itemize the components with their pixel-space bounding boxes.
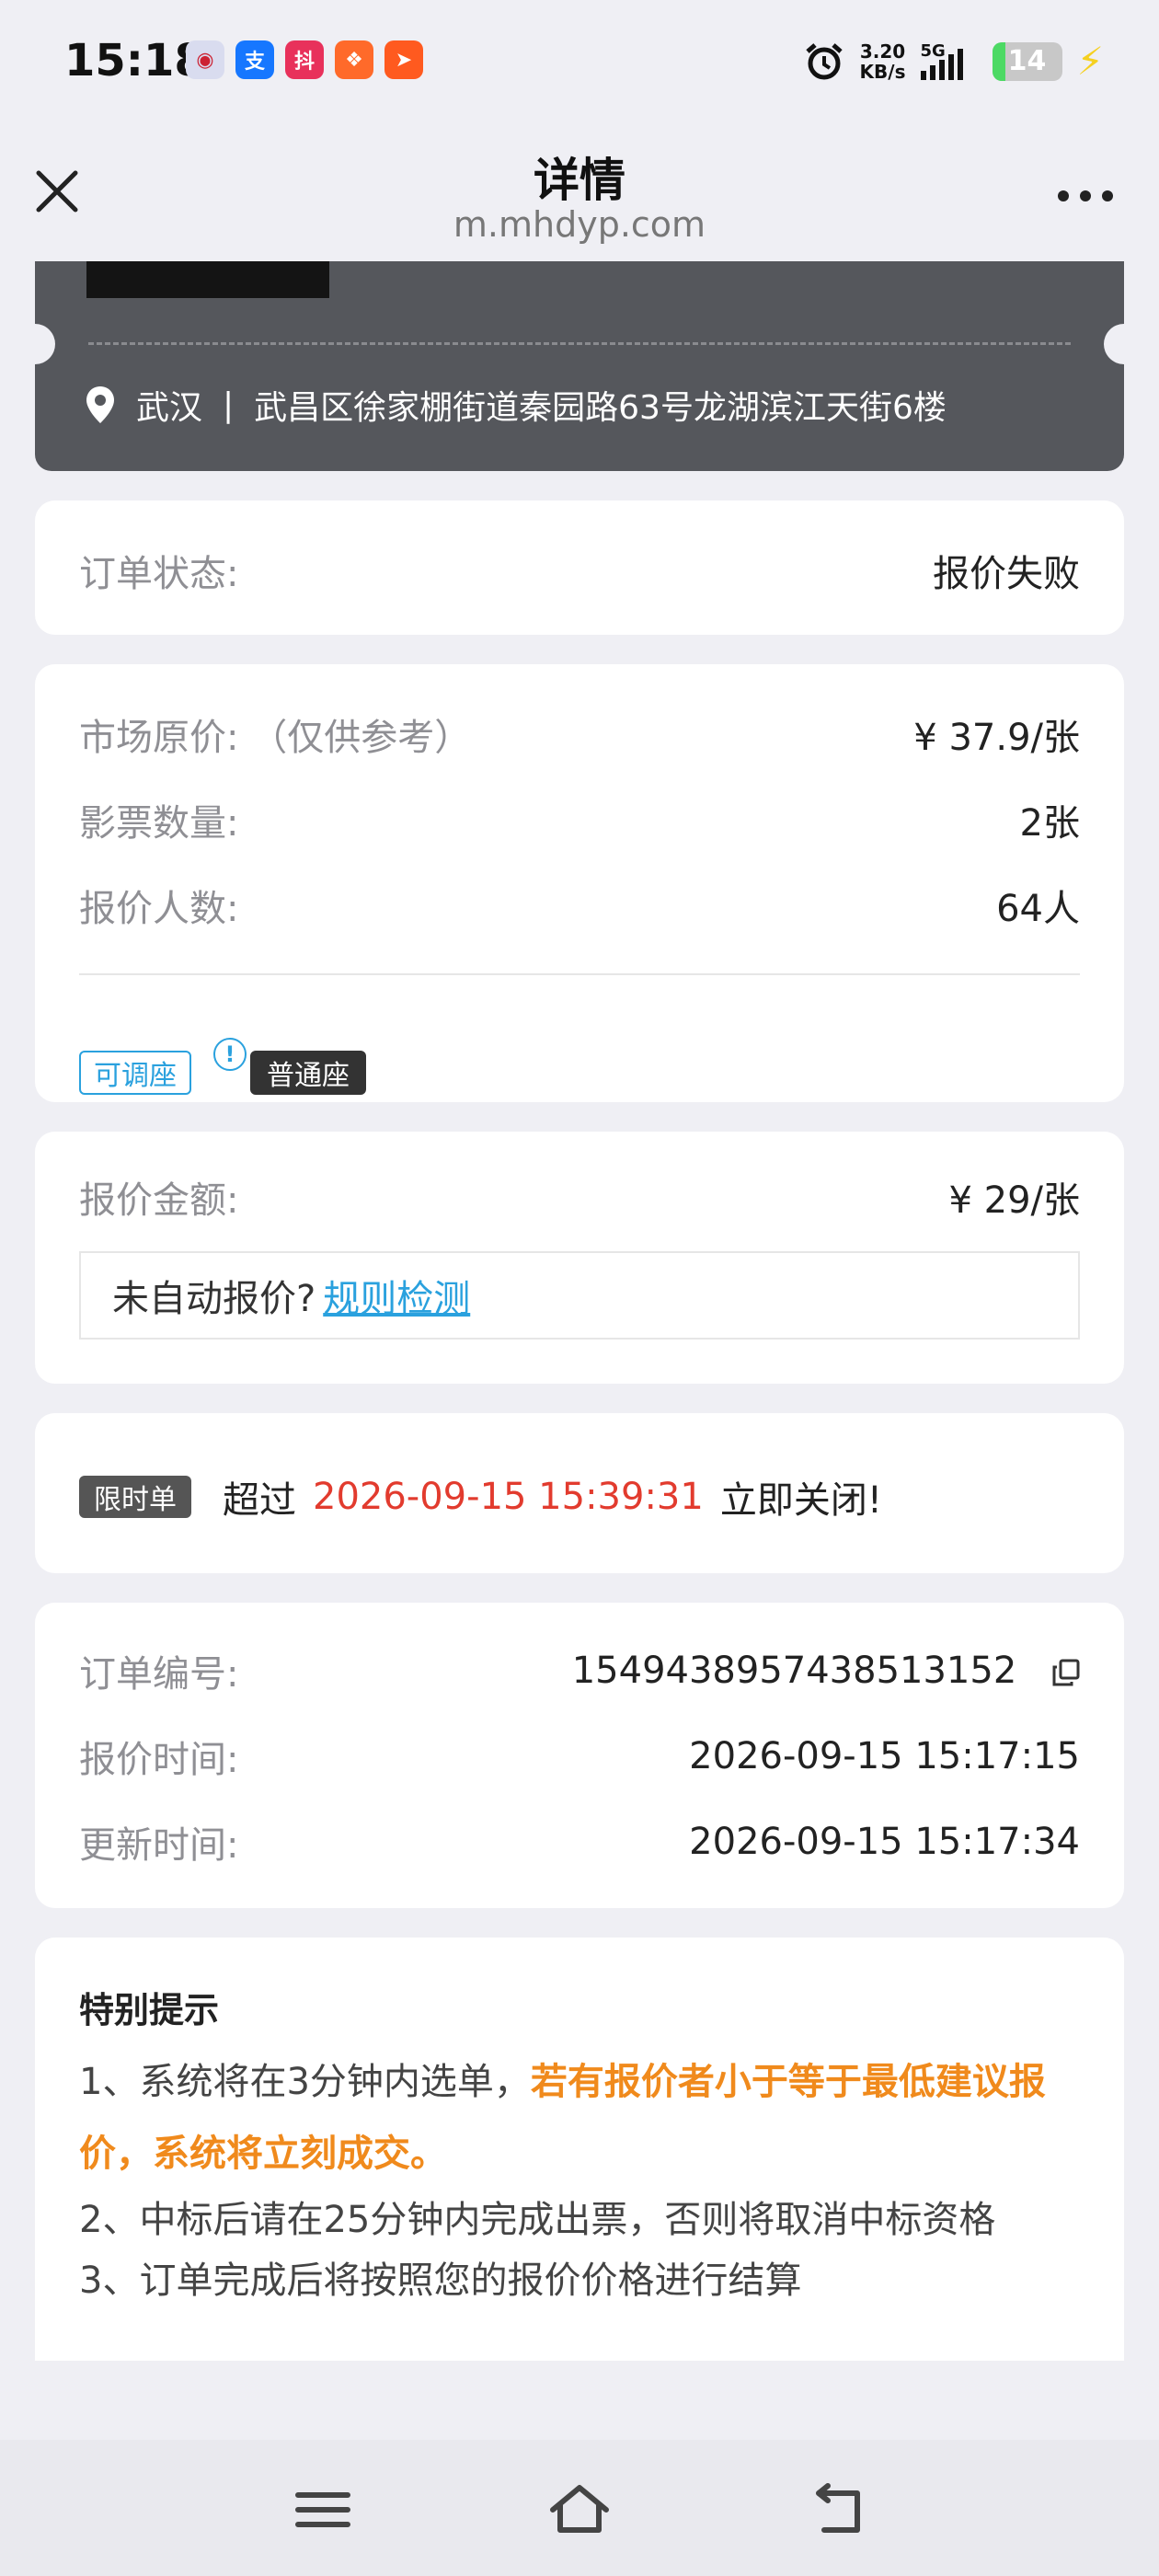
cinema-city: 武汉 — [136, 389, 203, 427]
cinema-address: 武昌区徐家棚街道秦园路63号龙湖滨江天街6楼 — [254, 389, 947, 427]
special-tips-card: 特别提示 1、系统将在3分钟内选单，若有报价者小于等于最低建议报价，系统将立刻成… — [35, 1938, 1124, 2361]
nav-bar: 详情 m.mhdyp.com — [0, 127, 1159, 261]
quote-time-label: 报价时间: — [79, 1739, 239, 1781]
order-number-value: 1549438957438513152 — [571, 1650, 1017, 1692]
price-info-card: 市场原价: （仅供参考） ¥ 37.9/张 影票数量: 2张 报价人数: 64人… — [35, 664, 1124, 1102]
order-status-row: 订单状态: 报价失败 — [79, 544, 1080, 597]
battery-level: 14 — [1007, 45, 1047, 77]
adjustable-seat-tag: 可调座 — [79, 1051, 191, 1095]
system-navigation-bar — [0, 2440, 1159, 2576]
update-time-row: 更新时间: 2026-09-15 15:17:34 — [79, 1815, 1080, 1869]
more-options-button[interactable] — [1058, 182, 1124, 210]
market-price-row: 市场原价: （仅供参考） ¥ 37.9/张 — [79, 707, 1080, 761]
order-status-value: 报价失败 — [933, 553, 1080, 595]
ticket-count-value: 2张 — [1019, 802, 1080, 845]
cellular-signal-icon: 5G — [920, 40, 978, 80]
back-icon — [816, 2483, 860, 2533]
order-status-card: 订单状态: 报价失败 — [35, 500, 1124, 635]
app-send-icon: ➤ — [384, 40, 423, 79]
back-button[interactable] — [806, 2480, 870, 2539]
time-limit-card: 限时单 超过 2026-09-15 15:39:31 立即关闭! — [35, 1413, 1124, 1573]
app-orange-icon: ❖ — [335, 40, 373, 79]
home-icon — [550, 2485, 609, 2533]
more-dot-icon — [1080, 190, 1091, 201]
normal-seat-tag: 普通座 — [250, 1051, 366, 1095]
ticket-notch-left — [35, 324, 55, 364]
time-limit-badge: 限时单 — [79, 1476, 191, 1518]
adjustable-seat-info-icon[interactable]: ! — [213, 1038, 247, 1071]
location-pin-icon — [86, 386, 114, 423]
status-time: 15:18 — [64, 35, 205, 86]
bidders-value: 64人 — [996, 888, 1080, 930]
cinema-location: 武汉 | 武昌区徐家棚街道秦园路63号龙湖滨江天街6楼 — [85, 381, 947, 429]
bidders-row: 报价人数: 64人 — [79, 879, 1080, 932]
notification-app-icons: ◉ 支 抖 ❖ ➤ — [186, 40, 423, 79]
time-limit-suffix: 立即关闭! — [719, 1479, 882, 1522]
market-price-label: 市场原价: （仅供参考） — [79, 717, 472, 759]
page-url: m.mhdyp.com — [453, 204, 706, 245]
more-dot-icon — [1102, 190, 1113, 201]
network-speed: 3.20 KB/s — [860, 41, 906, 82]
rule-check-box: 未自动报价? 规则检测 — [79, 1251, 1080, 1340]
time-limit-deadline: 2026-09-15 15:39:31 — [313, 1476, 704, 1518]
cinema-card: 武汉 | 武昌区徐家棚街道秦园路63号龙湖滨江天街6楼 — [35, 261, 1124, 471]
quote-time-value: 2026-09-15 15:17:15 — [689, 1735, 1080, 1777]
market-price-value: ¥ 37.9/张 — [913, 717, 1080, 759]
tip-line-1: 1、系统将在3分钟内选单，若有报价者小于等于最低建议报价，系统将立刻成交。 — [79, 2046, 1087, 2190]
ticket-notch-right — [1104, 324, 1124, 364]
time-limit-prefix: 超过 — [223, 1479, 296, 1522]
order-number-row: 订单编号: 1549438957438513152 — [79, 1644, 1080, 1697]
home-button[interactable] — [547, 2480, 612, 2539]
quote-amount-value: ¥ 29/张 — [948, 1179, 1080, 1222]
rule-check-text: 未自动报价? — [112, 1278, 316, 1320]
quote-time-row: 报价时间: 2026-09-15 15:17:15 — [79, 1730, 1080, 1783]
tip-line-1-text: 1、系统将在3分钟内选单， — [79, 2061, 531, 2103]
bidders-label: 报价人数: — [79, 888, 239, 930]
ticket-count-label: 影票数量: — [79, 802, 239, 845]
charging-bolt-icon: ⚡ — [1076, 39, 1105, 84]
special-tips-title: 特别提示 — [79, 1990, 220, 2030]
location-separator: | — [223, 385, 235, 424]
alarm-clock-icon — [803, 40, 845, 83]
update-time-value: 2026-09-15 15:17:34 — [689, 1821, 1080, 1863]
special-tips-body: 1、系统将在3分钟内选单，若有报价者小于等于最低建议报价，系统将立刻成交。 2、… — [79, 2046, 1087, 2311]
more-dot-icon — [1058, 190, 1069, 201]
network-speed-unit: KB/s — [859, 60, 906, 83]
price-info-divider — [79, 973, 1080, 975]
rule-check-link[interactable]: 规则检测 — [323, 1269, 470, 1322]
status-bar: 15:18 ◉ 支 抖 ❖ ➤ 3.20 KB/s 5G 14 ⚡ — [0, 0, 1159, 127]
update-time-label: 更新时间: — [79, 1824, 239, 1867]
signal-type-label: 5G — [920, 40, 946, 61]
menu-icon — [295, 2492, 350, 2527]
copy-icon[interactable] — [1052, 1659, 1080, 1686]
order-meta-card: 订单编号: 1549438957438513152 报价时间: 2026-09-… — [35, 1603, 1124, 1908]
movie-poster-thumbnail — [86, 261, 329, 298]
order-number-value-wrap: 1549438957438513152 — [572, 1650, 1080, 1692]
tip-line-2: 2、中标后请在25分钟内完成出票，否则将取消中标资格 — [79, 2199, 996, 2241]
quote-amount-row: 报价金额: ¥ 29/张 — [79, 1170, 1080, 1224]
page-title: 详情 — [534, 154, 625, 207]
bank-app-icon: ◉ — [186, 40, 224, 79]
time-limit-row: 限时单 超过 2026-09-15 15:39:31 立即关闭! — [79, 1470, 882, 1524]
order-status-label: 订单状态: — [79, 553, 239, 595]
douyin-app-icon: 抖 — [285, 40, 324, 79]
ticket-count-row: 影票数量: 2张 — [79, 793, 1080, 846]
network-speed-value: 3.20 — [859, 40, 906, 63]
quote-amount-label: 报价金额: — [79, 1179, 239, 1222]
order-number-label: 订单编号: — [79, 1653, 239, 1696]
menu-button[interactable] — [291, 2480, 355, 2539]
ticket-divider — [88, 342, 1071, 345]
tip-line-3: 3、订单完成后将按照您的报价价格进行结算 — [79, 2260, 802, 2302]
battery-icon: 14 — [992, 41, 1062, 81]
status-indicators: 3.20 KB/s 5G 14 ⚡ — [803, 39, 1104, 84]
quote-card: 报价金额: ¥ 29/张 未自动报价? 规则检测 — [35, 1132, 1124, 1384]
alipay-app-icon: 支 — [235, 40, 274, 79]
